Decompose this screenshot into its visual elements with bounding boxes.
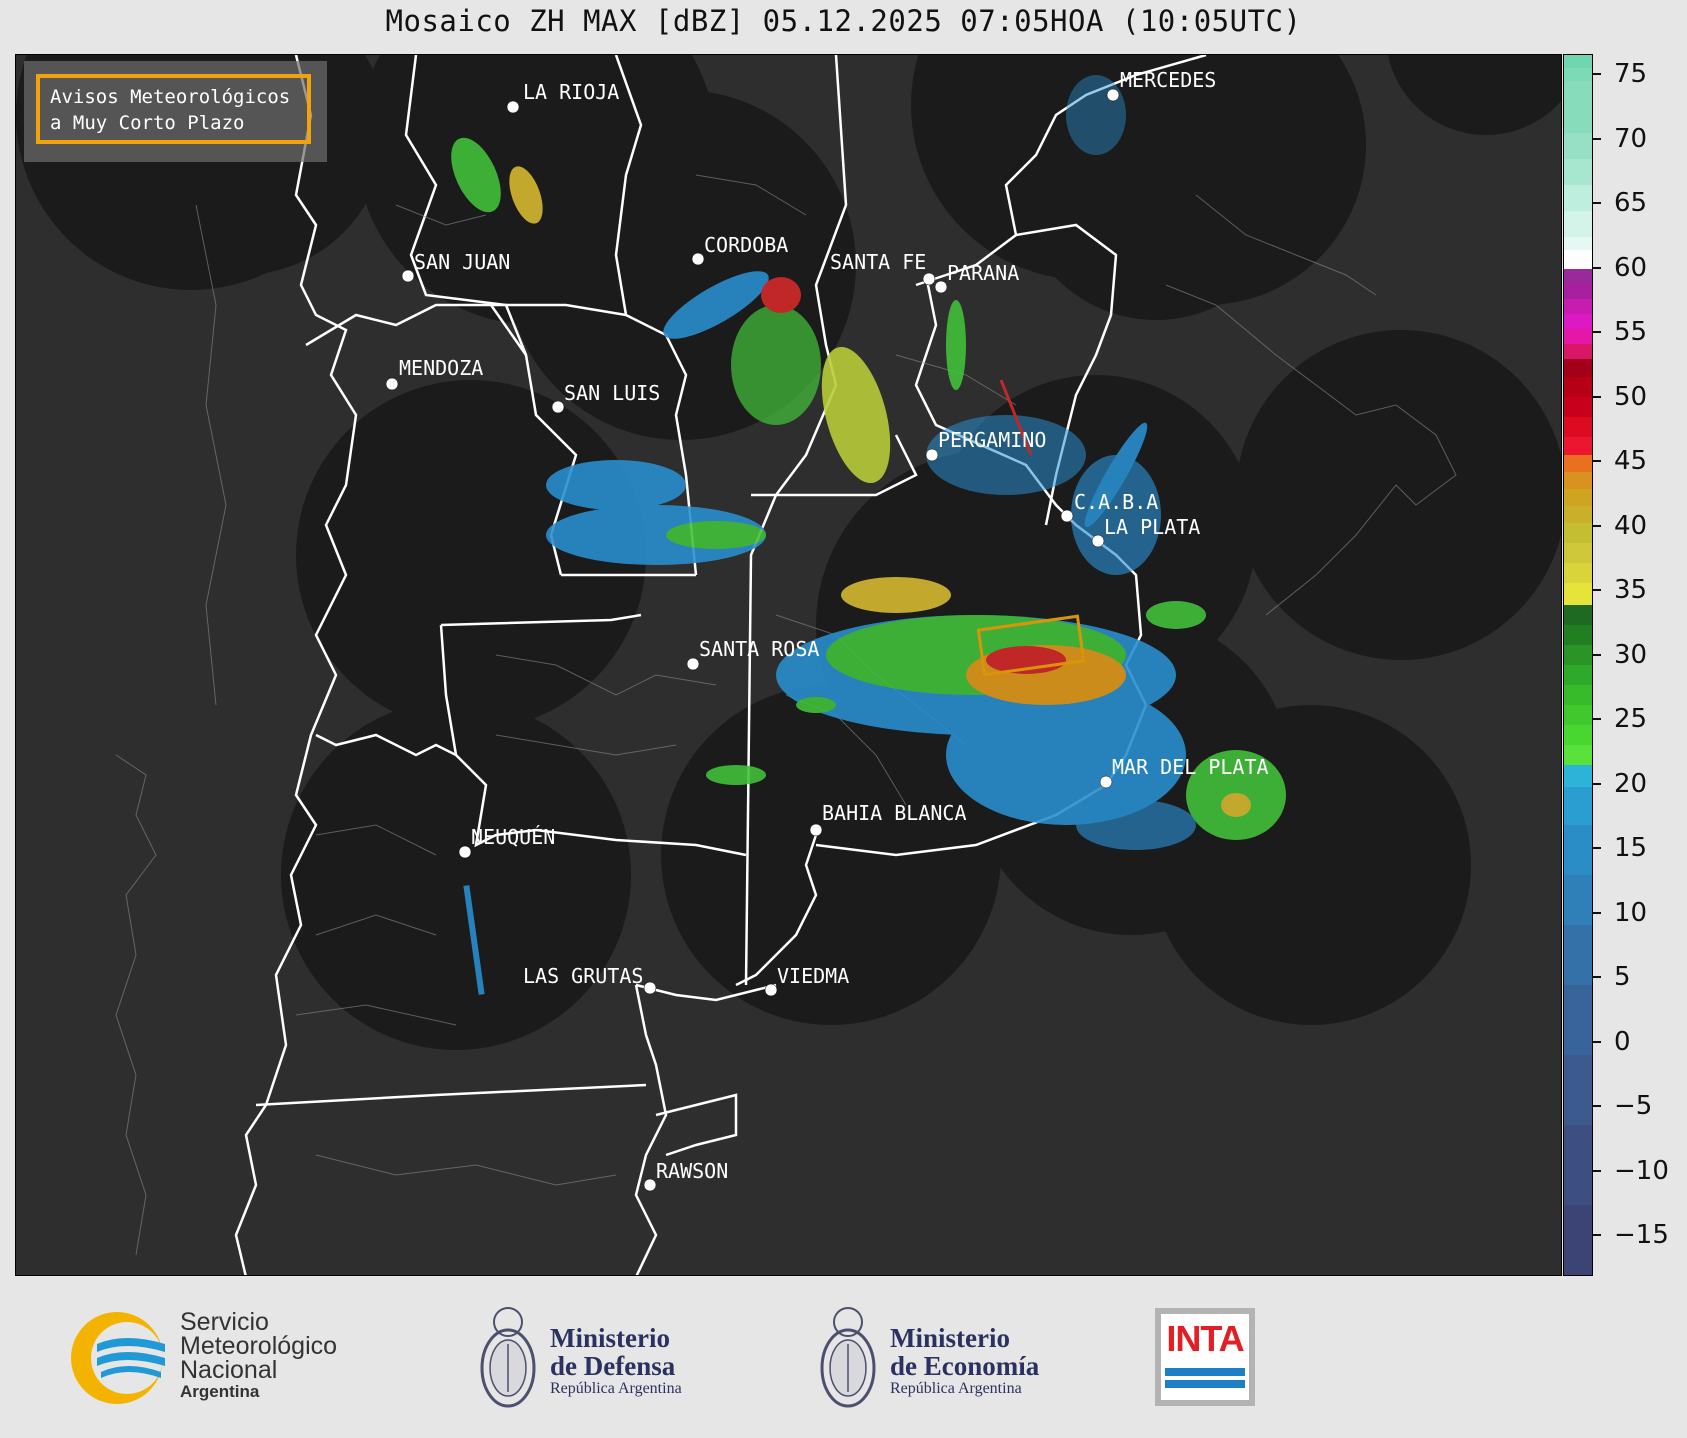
colorbar-tick-label: 40 [1614,510,1648,541]
city-label-la-plata: LA PLATA [1104,515,1200,539]
colorbar-tick-label: 25 [1614,704,1648,734]
city-label-santa-rosa: SANTA ROSA [699,637,819,661]
ministerio-economia-logo: Ministerio de Economía República Argenti… [818,1296,1068,1421]
colorbar-tick-mark [1593,331,1601,333]
colorbar-tick-label: 30 [1614,639,1648,670]
defensa-line-2: de Defensa [550,1351,676,1381]
colorbar-tick-mark [1593,1169,1601,1172]
radar-map-canvas: LA RIOJA SAN JUAN CORDOBA SANTA FE PARAN… [16,55,1561,1275]
smn-emblem-icon [71,1312,165,1404]
inta-logo: INTA [1155,1308,1255,1406]
notice-line-2: a Muy Corto Plazo [50,112,245,134]
inta-stripe-1 [1165,1368,1245,1376]
colorbar-tick-label: 45 [1614,446,1648,476]
notice-box[interactable]: Avisos Meteorológicos a Muy Corto Plazo [36,74,311,144]
coat-of-arms-icon [480,1307,536,1408]
colorbar-tick-mark [1593,911,1601,914]
map-title: Mosaico ZH MAX [dBZ] 05.12.2025 07:05HOA… [385,4,1302,38]
logo-strip: Servicio Meteorológico Nacional Argentin… [0,1276,1687,1438]
coat-of-arms-icon [820,1307,876,1408]
smn-line-3: Nacional [180,1356,278,1384]
city-label-bahia-blanca: BAHIA BLANCA [822,801,967,825]
colorbar-tick-mark [1593,202,1601,204]
colorbar-tick-label: 65 [1614,188,1648,218]
city-label-cordoba: CORDOBA [704,233,788,257]
colorbar-tick-label: 20 [1614,768,1648,799]
radar-mosaic-map[interactable]: LA RIOJA SAN JUAN CORDOBA SANTA FE PARAN… [15,54,1562,1276]
city-label-caba: C.A.B.A [1074,490,1158,514]
colorbar-tick-label: 70 [1614,123,1648,154]
economia-line-2: de Economía [890,1351,1040,1381]
colorbar-tick-mark [1593,395,1601,398]
colorbar-tick-mark [1593,1105,1601,1107]
colorbar-tick-label: 35 [1614,575,1648,605]
colorbar-tick-mark [1593,1040,1601,1043]
colorbar-tick-label: 10 [1614,897,1648,928]
economia-sub: República Argentina [890,1380,1022,1397]
city-label-san-luis: SAN LUIS [564,381,660,405]
dbz-colorbar [1563,54,1593,1276]
city-label-mendoza: MENDOZA [399,356,483,380]
smn-line-1: Servicio [180,1308,269,1336]
colorbar-tick-mark [1593,976,1601,978]
notice-line-1: Avisos Meteorológicos [50,86,291,108]
colorbar-tick-mark [1593,460,1601,462]
colorbar-tick-label: 15 [1614,833,1648,863]
colorbar-tick-mark [1593,589,1601,591]
colorbar-tick-label: −15 [1614,1220,1669,1250]
inta-label: INTA [1166,1318,1244,1359]
city-label-la-rioja: LA RIOJA [523,80,619,104]
colorbar-tick-label: 60 [1614,252,1648,283]
colorbar-tick-label: −5 [1614,1091,1653,1121]
colorbar-tick-mark [1593,524,1601,527]
defensa-sub: República Argentina [550,1380,682,1397]
city-label-viedma: VIEDMA [777,964,849,988]
city-label-mercedes: MERCEDES [1120,68,1216,92]
colorbar-tick-label: −10 [1614,1155,1669,1186]
economia-line-1: Ministerio [890,1323,1010,1353]
city-label-mar-del-plata: MAR DEL PLATA [1112,755,1269,779]
smn-logo: Servicio Meteorológico Nacional Argentin… [65,1306,385,1411]
inta-stripe-2 [1165,1380,1245,1388]
city-label-parana: PARANA [947,261,1019,285]
smn-sub: Argentina [180,1382,260,1401]
colorbar-tick-mark [1593,137,1601,140]
smn-line-2: Meteorológico [180,1332,338,1360]
city-label-rawson: RAWSON [656,1159,728,1183]
defensa-line-1: Ministerio [550,1323,670,1353]
ministerio-defensa-logo: Ministerio de Defensa República Argentin… [478,1296,728,1421]
colorbar-tick-mark [1593,653,1601,656]
colorbar-tick-mark [1593,73,1601,75]
colorbar-tick-mark [1593,782,1601,785]
colorbar-tick-mark [1593,1234,1601,1236]
colorbar-tick-label: 0 [1614,1026,1631,1057]
notice-panel[interactable]: Avisos Meteorológicos a Muy Corto Plazo [24,61,327,162]
city-label-las-grutas: LAS GRUTAS [523,964,643,988]
colorbar-tick-label: 50 [1614,381,1648,412]
city-label-pergamino: PERGAMINO [938,428,1046,452]
colorbar-tick-mark [1593,266,1601,269]
colorbar-tick-mark [1593,718,1601,720]
city-label-neuquen: NEUQUÉN [471,825,555,849]
colorbar-tick-label: 5 [1614,962,1631,992]
city-label-san-juan: SAN JUAN [414,250,510,274]
city-label-santa-fe: SANTA FE [830,250,926,274]
colorbar-tick-mark [1593,847,1601,849]
colorbar-tick-label: 75 [1614,59,1648,89]
colorbar-tick-label: 55 [1614,317,1648,347]
colorbar-gradient [1564,55,1592,1275]
